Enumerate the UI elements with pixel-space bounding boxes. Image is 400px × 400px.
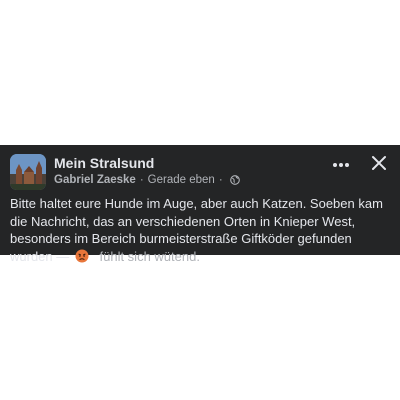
author-name[interactable]: Gabriel Zaeske xyxy=(54,174,136,186)
group-avatar[interactable] xyxy=(10,154,46,190)
close-button[interactable] xyxy=(370,154,388,172)
more-dots-icon-right xyxy=(345,163,349,167)
angry-face-icon xyxy=(75,249,89,263)
feeling-text[interactable]: fühlt sich wütend. xyxy=(100,249,200,264)
privacy-separator: · xyxy=(218,174,223,186)
close-icon xyxy=(372,156,386,170)
meta-separator: · xyxy=(139,174,144,186)
more-dots-icon xyxy=(333,163,337,167)
post-card: Mein Stralsund Gabriel Zaeske · Gerade e… xyxy=(0,145,400,264)
post-body: Bitte haltet eure Hunde im Auge, aber au… xyxy=(10,195,394,265)
post-timestamp[interactable]: Gerade eben xyxy=(148,174,215,186)
group-name[interactable]: Mein Stralsund xyxy=(54,155,154,171)
group-avatar-image xyxy=(10,154,46,190)
globe-icon[interactable] xyxy=(229,175,240,185)
more-options-button[interactable] xyxy=(330,157,352,173)
post-meta: Gabriel Zaeske · Gerade eben · xyxy=(54,174,240,186)
more-dots-icon-middle xyxy=(339,163,343,167)
